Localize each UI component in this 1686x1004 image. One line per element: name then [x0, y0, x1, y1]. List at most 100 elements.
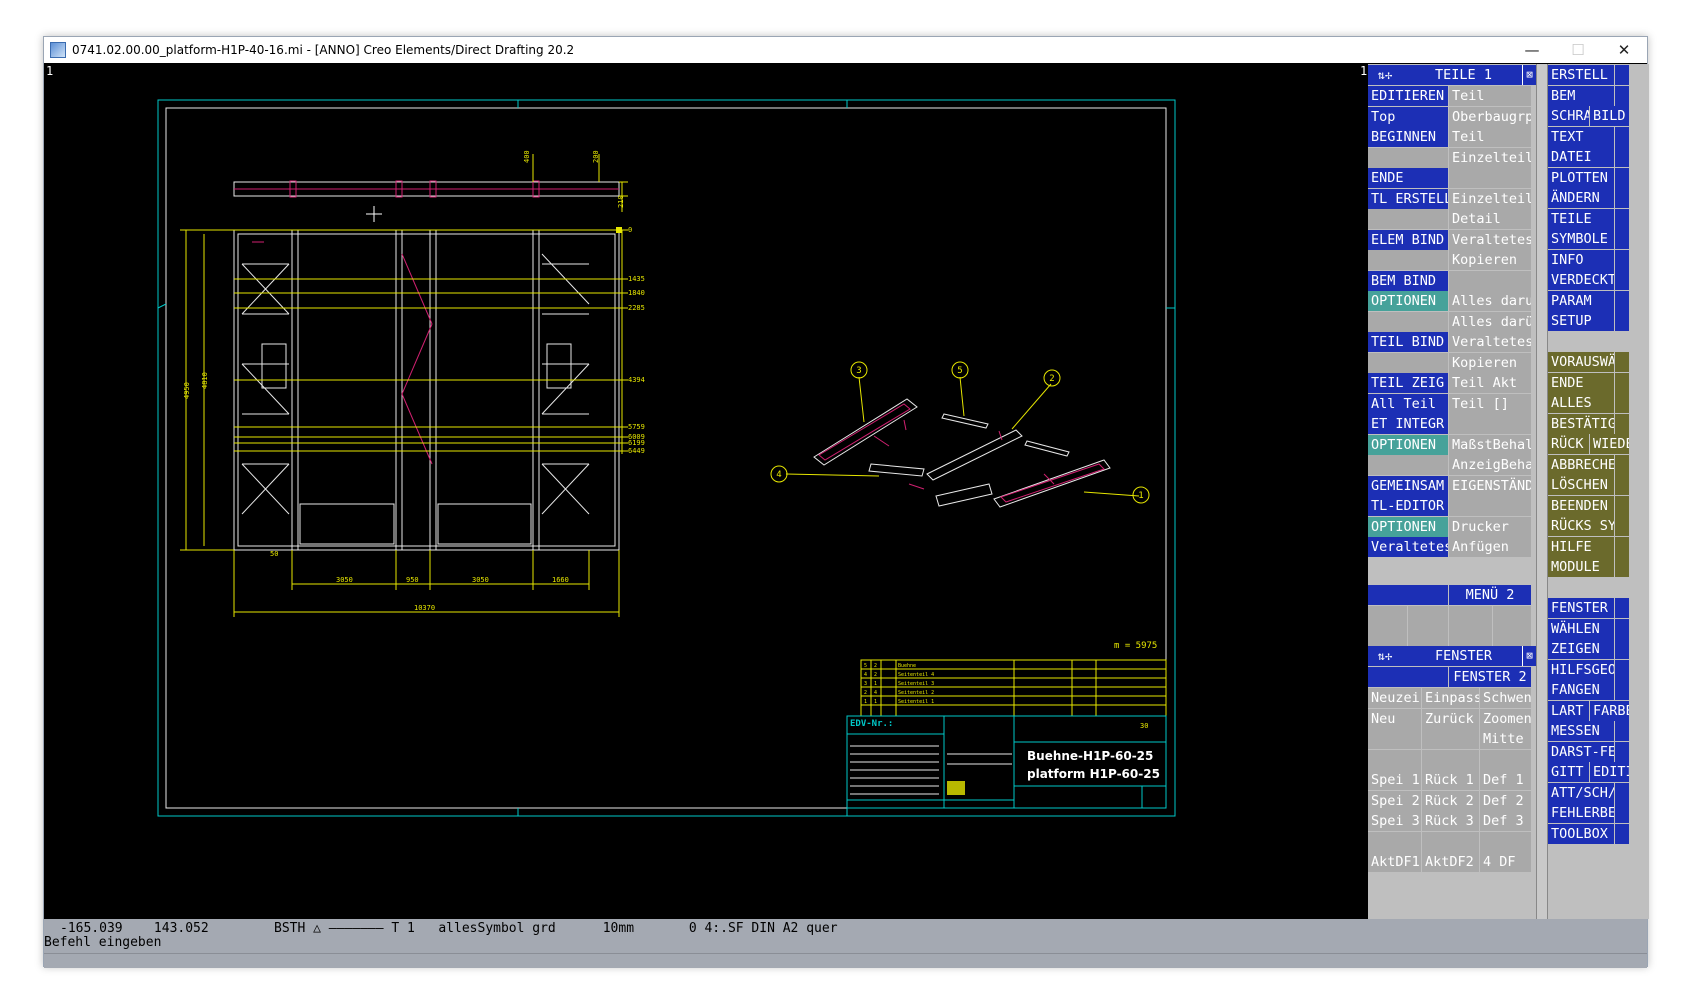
menu-pin-icons[interactable]: ⇅✢ — [1368, 65, 1402, 85]
view-def-3-button[interactable]: Def 3 — [1480, 811, 1531, 831]
cmd-farbe-button[interactable]: FARBE — [1590, 701, 1629, 721]
cmd-erstell-button[interactable]: ERSTELL — [1548, 65, 1614, 85]
cmd-submenu-toggle[interactable] — [1615, 147, 1629, 167]
menu-item-tl-erstell[interactable]: TL ERSTELL — [1368, 189, 1448, 209]
menu-item-maßstbehal[interactable]: MaßstBehal — [1449, 435, 1531, 455]
menu-item-bem-bind[interactable]: BEM BIND — [1368, 271, 1448, 291]
fenster-pin-icons[interactable]: ⇅✢ — [1368, 646, 1402, 666]
cmd-fenster-button[interactable]: FENSTER — [1548, 598, 1614, 618]
view-zurück-button[interactable]: Zurück — [1422, 709, 1479, 729]
cmd-submenu-toggle[interactable] — [1615, 496, 1629, 516]
cmd-submenu-toggle[interactable] — [1615, 393, 1629, 413]
menu-item-anzeigbeha[interactable]: AnzeigBeha — [1449, 455, 1531, 475]
cmd-wiede-button[interactable]: WIEDE — [1590, 434, 1629, 454]
view-rück-1-button[interactable]: Rück 1 — [1422, 770, 1479, 790]
menu-item-editieren[interactable]: EDITIEREN — [1368, 86, 1448, 106]
menu-item-all-teil[interactable]: All Teil — [1368, 394, 1448, 414]
view-mitte-button[interactable]: Mitte — [1480, 729, 1531, 749]
menu-item-et-integr[interactable]: ET INTEGR — [1368, 414, 1448, 434]
cmd-submenu-toggle[interactable] — [1615, 680, 1629, 700]
minimize-button[interactable]: — — [1509, 37, 1555, 63]
menu-item-alles-darü[interactable]: Alles darü — [1449, 312, 1531, 332]
view-zoomen-button[interactable]: Zoomen — [1480, 709, 1531, 729]
cmd-vorauswähl-button[interactable]: VORAUSWÄHL — [1548, 352, 1614, 372]
cmd-info-button[interactable]: INFO — [1548, 250, 1614, 270]
cmd-submenu-toggle[interactable] — [1615, 352, 1629, 372]
view-aktdf1-button[interactable]: AktDF1 — [1368, 852, 1421, 872]
cmd-submenu-toggle[interactable] — [1615, 537, 1629, 557]
cmd-att-sch-nr-button[interactable]: ATT/SCH/NR — [1548, 783, 1614, 803]
view-aktdf2-button[interactable]: AktDF2 — [1422, 852, 1479, 872]
menu-item-drucker[interactable]: Drucker — [1449, 517, 1531, 537]
menu-item-alles-daru[interactable]: Alles daru — [1449, 291, 1531, 311]
cmd-abbrechen-button[interactable]: ABBRECHEN — [1548, 455, 1614, 475]
cmd-module-button[interactable]: MODULE — [1548, 557, 1614, 577]
cmd-plotten-button[interactable]: PLOTTEN — [1548, 168, 1614, 188]
cmd-fehlerbehe-button[interactable]: FEHLERBEHE — [1548, 803, 1614, 823]
menu-item-detail[interactable]: Detail — [1449, 209, 1531, 229]
menu-item-kopieren[interactable]: Kopieren — [1449, 250, 1531, 270]
cmd-wählen-button[interactable]: WÄHLEN — [1548, 619, 1614, 639]
cmd-submenu-toggle[interactable] — [1615, 660, 1629, 680]
menu-item-teil-akt[interactable]: Teil Akt — [1449, 373, 1531, 393]
cmd-submenu-toggle[interactable] — [1615, 598, 1629, 618]
view-4-df-button[interactable]: 4 DF — [1480, 852, 1531, 872]
cmd-darst-fens-button[interactable]: DARST-FENS — [1548, 742, 1614, 762]
cmd-submenu-toggle[interactable] — [1615, 229, 1629, 249]
cmd-gitt-button[interactable]: GITT — [1548, 762, 1589, 782]
menu-item-teil-zeig[interactable]: TEIL ZEIG — [1368, 373, 1448, 393]
cmd-submenu-toggle[interactable] — [1615, 311, 1629, 331]
menu-item-teil-[interactable]: Teil [] — [1449, 394, 1531, 414]
menu-header-fenster[interactable]: FENSTER — [1402, 646, 1522, 666]
cmd-submenu-toggle[interactable] — [1615, 619, 1629, 639]
cmd-editi-button[interactable]: EDITI — [1590, 762, 1629, 782]
view-neu-button[interactable]: Neu — [1368, 709, 1421, 729]
cmd-hilfe-button[interactable]: HILFE — [1548, 537, 1614, 557]
view-def-1-button[interactable]: Def 1 — [1480, 770, 1531, 790]
cmd-setup-button[interactable]: SETUP — [1548, 311, 1614, 331]
cmd-hilfsgeo-button[interactable]: HILFSGEO — [1548, 660, 1614, 680]
maximize-button[interactable]: ☐ — [1555, 37, 1601, 63]
cmd-submenu-toggle[interactable] — [1615, 127, 1629, 147]
cmd-schra-button[interactable]: SCHRA — [1548, 106, 1589, 126]
cmd-lart-button[interactable]: LART — [1548, 701, 1589, 721]
menu-item-tl-editor[interactable]: TL-EDITOR — [1368, 496, 1448, 516]
cmd-submenu-toggle[interactable] — [1615, 65, 1629, 85]
menu-item-veraltetes[interactable]: Veraltetes — [1449, 230, 1531, 250]
cmd-submenu-toggle[interactable] — [1615, 742, 1629, 762]
menu-item-ende[interactable]: ENDE — [1368, 168, 1448, 188]
menu-2-button[interactable]: MENÜ 2 — [1449, 585, 1531, 605]
menu-item-einzelteil[interactable]: Einzelteil — [1449, 189, 1531, 209]
cmd-ändern-button[interactable]: ÄNDERN — [1548, 188, 1614, 208]
menu-item-einzelteil[interactable]: Einzelteil — [1449, 148, 1531, 168]
view-rück-3-button[interactable]: Rück 3 — [1422, 811, 1479, 831]
cmd-bem-button[interactable]: BEM — [1548, 86, 1614, 106]
cmd-submenu-toggle[interactable] — [1615, 803, 1629, 823]
fenster-close-icon[interactable]: ⊠ — [1522, 646, 1536, 666]
cmd-submenu-toggle[interactable] — [1615, 250, 1629, 270]
cmd-teile-button[interactable]: TEILE — [1548, 209, 1614, 229]
cmd-submenu-toggle[interactable] — [1615, 373, 1629, 393]
cmd-submenu-toggle[interactable] — [1615, 414, 1629, 434]
cmd-submenu-toggle[interactable] — [1615, 291, 1629, 311]
menu-item-optionen[interactable]: OPTIONEN — [1368, 435, 1448, 455]
menu-item-anfügen[interactable]: Anfügen — [1449, 537, 1531, 557]
cmd-ende-button[interactable]: ENDE — [1548, 373, 1614, 393]
cmd-submenu-toggle[interactable] — [1615, 557, 1629, 577]
cmd-datei-button[interactable]: DATEI — [1548, 147, 1614, 167]
cmd-submenu-toggle[interactable] — [1615, 516, 1629, 536]
cmd-submenu-toggle[interactable] — [1615, 455, 1629, 475]
close-button[interactable]: ✕ — [1601, 37, 1647, 63]
fenster-2-button[interactable]: FENSTER 2 — [1449, 667, 1531, 687]
menu-header-teile1[interactable]: TEILE 1 — [1402, 65, 1522, 85]
menu-item-veraltetes[interactable]: Veraltetes — [1368, 537, 1448, 557]
cmd-submenu-toggle[interactable] — [1615, 721, 1629, 741]
menu-item-teil[interactable]: Teil — [1449, 127, 1531, 147]
cmd-submenu-toggle[interactable] — [1615, 188, 1629, 208]
menu-item-gemeinsam[interactable]: GEMEINSAM — [1368, 476, 1448, 496]
cmd-rücks-sys-button[interactable]: RÜCKS SYS — [1548, 516, 1614, 536]
view-spei-1-button[interactable]: Spei 1 — [1368, 770, 1421, 790]
menu-item-eigenständ[interactable]: EIGENSTÄND — [1449, 476, 1531, 496]
cmd-beenden-button[interactable]: BEENDEN — [1548, 496, 1614, 516]
view-einpass-button[interactable]: Einpass — [1422, 688, 1479, 708]
